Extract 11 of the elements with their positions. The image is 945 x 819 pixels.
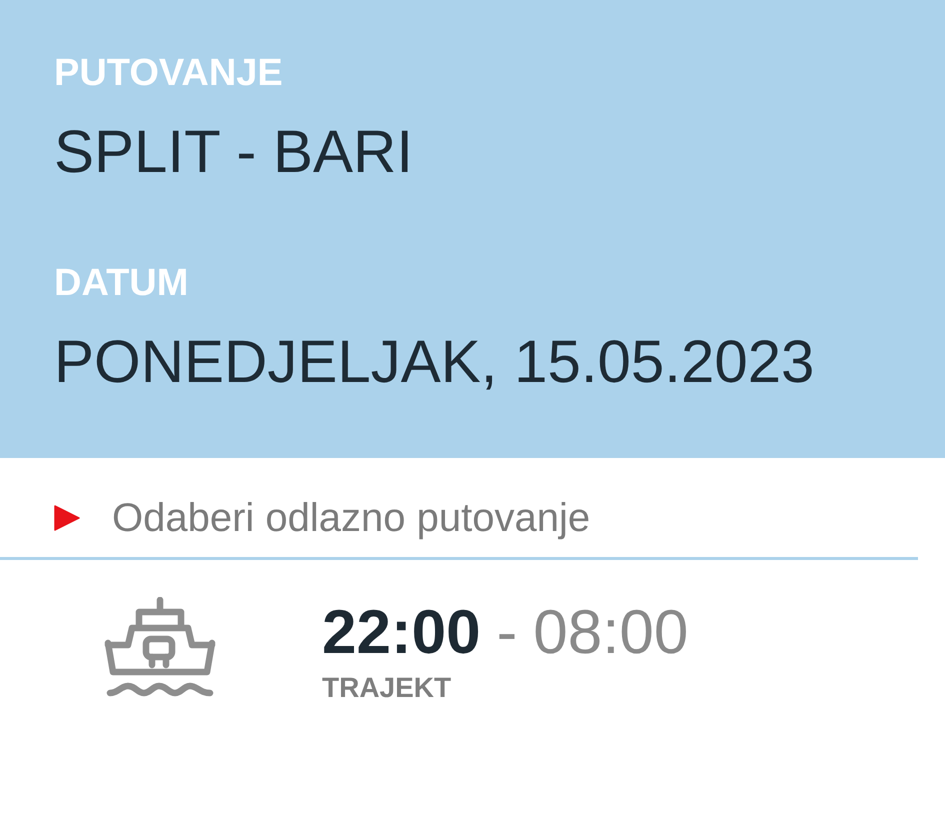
field-value: PONEDJELJAK, 15.05.2023	[54, 332, 814, 392]
time-separator: -	[496, 602, 518, 664]
vessel-type: TRAJEKT	[322, 674, 452, 702]
section-title: Odaberi odlazno putovanje	[112, 498, 590, 538]
ferry-icon	[104, 597, 216, 699]
arrival-time: 08:00	[533, 602, 688, 664]
field-label: DATUM	[54, 264, 188, 302]
field-label: PUTOVANJE	[54, 54, 283, 92]
play-triangle-icon	[54, 505, 80, 531]
departure-time: 22:00	[322, 602, 481, 664]
field-value: SPLIT - BARI	[54, 122, 414, 182]
